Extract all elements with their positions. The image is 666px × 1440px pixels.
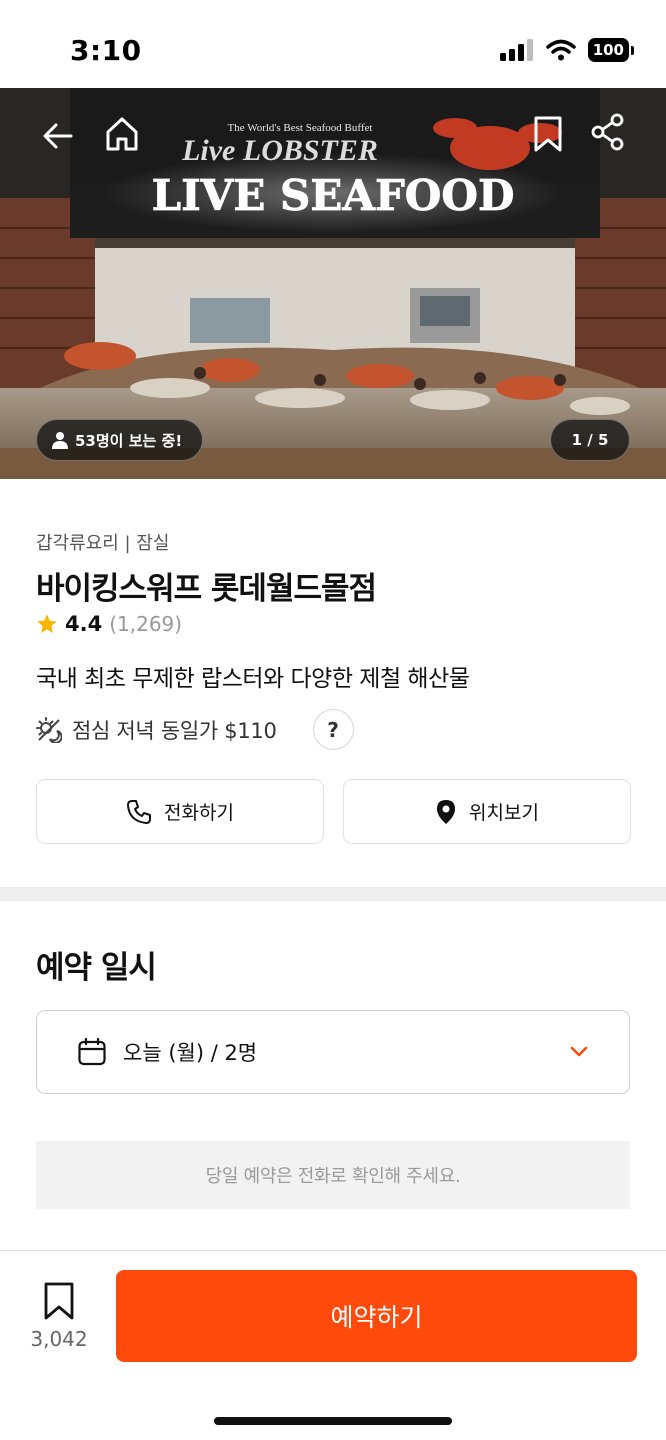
save-count: 3,042	[30, 1327, 88, 1351]
date-party-value: 오늘 (월) / 2명	[123, 1041, 258, 1065]
hero-image[interactable]: The World's Best Seafood Buffet Live LOB…	[0, 88, 666, 479]
arrow-left-icon	[43, 123, 73, 149]
home-icon	[106, 117, 138, 151]
bookmark-button-top[interactable]	[526, 112, 570, 156]
viewers-text: 53명이 보는 중!	[75, 431, 183, 450]
share-button[interactable]	[586, 110, 630, 154]
home-button[interactable]	[100, 112, 144, 156]
calendar-icon	[78, 1037, 106, 1066]
share-icon	[591, 113, 624, 151]
sign-live-seafood: LIVE SEAFOOD	[152, 171, 515, 220]
bookmark-icon	[44, 1282, 74, 1320]
battery-level: 100	[587, 38, 629, 62]
review-count: (1,269)	[109, 612, 183, 636]
save-button[interactable]: 3,042	[25, 1281, 93, 1351]
reservation-title: 예약 일시	[36, 950, 157, 986]
viewers-badge: 53명이 보는 중!	[36, 419, 204, 461]
image-counter: 1 / 5	[550, 419, 630, 461]
price-text: 점심 저녁 동일가 $110	[72, 718, 277, 743]
rating-value: 4.4	[65, 612, 103, 636]
status-bar: 3:10 100	[0, 0, 666, 88]
call-button[interactable]: 전화하기	[36, 779, 324, 844]
phone-icon	[127, 799, 152, 824]
map-pin-icon	[437, 799, 456, 824]
wifi-icon	[545, 39, 576, 61]
restaurant-description: 국내 최초 무제한 랍스터와 다양한 제철 해산물	[36, 666, 470, 692]
status-time: 3:10	[70, 34, 142, 67]
chevron-down-icon	[570, 1046, 588, 1057]
battery-icon: 100	[587, 38, 634, 62]
star-icon	[37, 614, 57, 633]
location-button[interactable]: 위치보기	[343, 779, 631, 844]
sign-lobster: Live LOBSTER	[181, 134, 378, 167]
reserve-button[interactable]: 예약하기	[116, 1270, 637, 1362]
cellular-signal-icon	[499, 39, 533, 61]
person-icon	[52, 432, 68, 449]
rating-row[interactable]: 4.4 (1,269)	[36, 612, 182, 636]
restaurant-name: 바이킹스워프 롯데월드몰점	[36, 571, 377, 607]
price-help-button[interactable]: ?	[312, 709, 354, 750]
bookmark-icon	[534, 116, 562, 152]
same-day-notice: 당일 예약은 전화로 확인해 주세요.	[36, 1141, 630, 1209]
date-party-selector[interactable]: 오늘 (월) / 2명	[36, 1010, 630, 1094]
price-row: 점심 저녁 동일가 $110 ?	[36, 709, 354, 750]
call-label: 전화하기	[164, 802, 234, 824]
bottom-bar: 3,042 예약하기	[0, 1250, 666, 1440]
section-divider	[0, 887, 666, 901]
location-label: 위치보기	[469, 802, 539, 824]
sun-moon-icon	[36, 716, 62, 743]
category-label: 갑각류요리 | 잠실	[36, 533, 170, 554]
status-icons: 100	[499, 38, 634, 62]
back-button[interactable]	[36, 114, 80, 158]
sign-subtitle: The World's Best Seafood Buffet	[228, 122, 373, 134]
home-indicator	[214, 1417, 452, 1425]
action-buttons: 전화하기 위치보기	[36, 779, 631, 844]
